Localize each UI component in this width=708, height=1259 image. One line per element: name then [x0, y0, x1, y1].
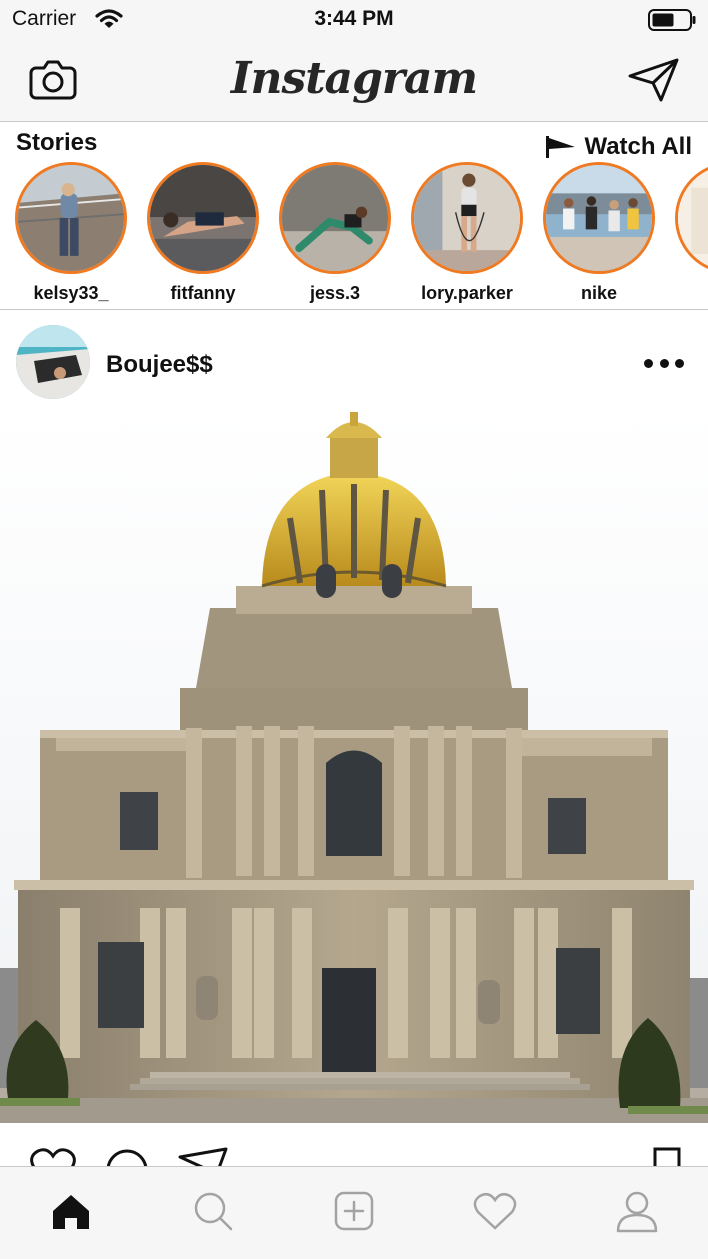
status-bar: Carrier 3:44 PM [0, 0, 708, 40]
share-icon[interactable] [178, 1147, 228, 1167]
battery-icon [648, 9, 696, 36]
search-icon[interactable] [189, 1187, 237, 1235]
play-icon [546, 136, 576, 158]
watch-all-button[interactable]: Watch All [546, 132, 692, 162]
profile-icon[interactable] [613, 1187, 661, 1235]
clock: 3:44 PM [314, 7, 394, 30]
instagram-logo: Instagram [230, 53, 478, 104]
tab-bar [0, 1166, 708, 1259]
avatar[interactable] [16, 325, 90, 399]
story-avatar [15, 162, 127, 274]
comment-icon[interactable] [104, 1147, 150, 1167]
story-username: jess.3 [309, 283, 361, 303]
story-username: lory.parker [421, 283, 513, 303]
post-actions [0, 1123, 708, 1167]
heart-icon[interactable] [30, 1147, 76, 1167]
story-avatar [411, 162, 523, 274]
story-username: nike [580, 283, 618, 303]
heart-icon[interactable] [471, 1187, 519, 1235]
home-icon[interactable] [47, 1187, 95, 1235]
story-username: fitfanny [170, 283, 236, 303]
post-header: Boujee$$ [0, 311, 708, 407]
more-icon[interactable] [640, 351, 688, 375]
story-avatar [147, 162, 259, 274]
story-username: kelsy33_ [33, 283, 109, 303]
story-avatar [543, 162, 655, 274]
paper-plane-icon[interactable] [627, 56, 681, 104]
story-avatar [279, 162, 391, 274]
story-username: stu [665, 283, 708, 304]
post-photo[interactable] [0, 408, 708, 1123]
stories-title: Stories [16, 129, 98, 156]
add-icon[interactable] [330, 1187, 378, 1235]
watch-all-label: Watch All [584, 133, 692, 160]
story-avatar [675, 162, 708, 274]
navigation-bar: Instagram [0, 40, 708, 122]
stories-section: Stories Watch All kelsy33_ fitfanny jess… [0, 122, 708, 310]
post-username[interactable]: Boujee$$ [106, 351, 213, 379]
bookmark-icon[interactable] [652, 1147, 682, 1167]
